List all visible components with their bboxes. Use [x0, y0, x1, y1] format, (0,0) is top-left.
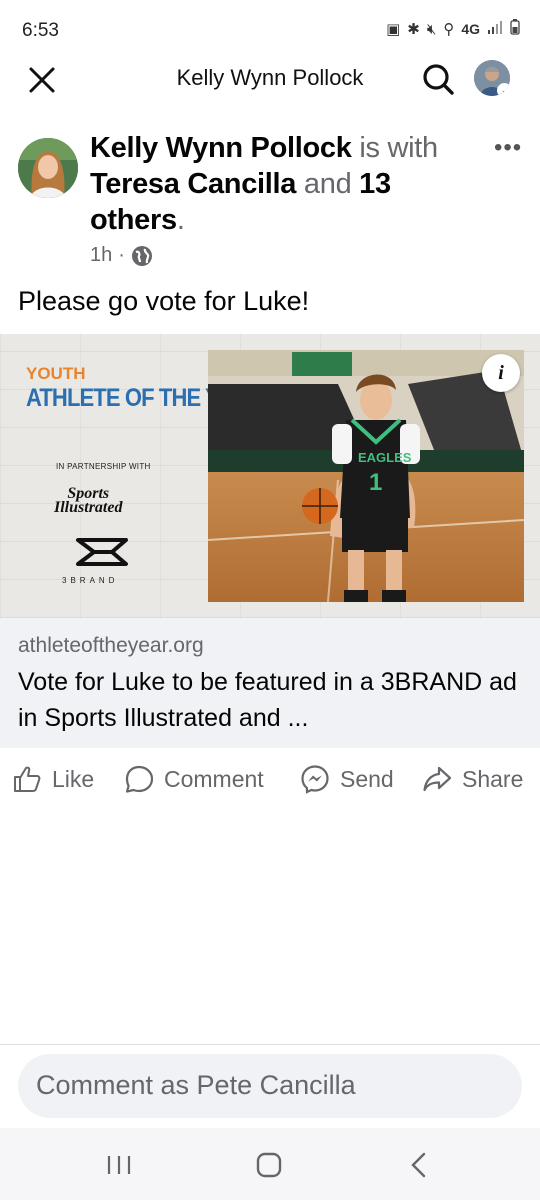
comment-button[interactable]: Comment — [124, 764, 264, 794]
home-icon — [256, 1152, 282, 1178]
profile-avatar[interactable]: ⌄ — [474, 60, 510, 96]
home-button[interactable] — [254, 1150, 284, 1180]
status-time: 6:53 — [22, 20, 59, 41]
like-button[interactable]: Like — [12, 764, 94, 794]
si-line2: Illustrated — [54, 499, 123, 516]
search-button[interactable] — [420, 61, 456, 97]
post-text: Please go vote for Luke! — [18, 286, 310, 316]
meta-separator: · — [118, 244, 125, 266]
partnership-text: IN PARTNERSHIP WITH — [56, 462, 151, 471]
page-title: Kelly Wynn Pollock — [176, 65, 364, 90]
athlete-photo: EAGLES 1 — [208, 350, 524, 602]
period-text: . — [176, 204, 185, 236]
search-icon — [423, 64, 454, 95]
close-button[interactable] — [26, 64, 58, 96]
post-meta: 1h · — [90, 244, 153, 267]
comment-placeholder: Comment as Pete Cancilla — [36, 1070, 356, 1100]
info-icon: i — [498, 362, 504, 384]
jersey-team: EAGLES — [358, 450, 412, 465]
link-preview-info[interactable]: athleteoftheyear.org Vote for Luke to be… — [0, 618, 540, 748]
tagged-person[interactable]: Teresa Cancilla — [90, 168, 296, 200]
battery-icon — [510, 19, 520, 39]
comment-input[interactable]: Comment as Pete Cancilla — [18, 1054, 522, 1118]
comment-bubble-icon — [125, 765, 154, 793]
top-header: Kelly Wynn Pollock ⌄ — [0, 56, 540, 102]
like-label: Like — [52, 765, 95, 792]
post-time[interactable]: 1h — [90, 244, 112, 267]
bluetooth-icon: ✱ — [407, 21, 420, 38]
share-button[interactable]: Share — [422, 764, 523, 794]
3brand-text: 3BRAND — [62, 576, 119, 585]
more-options-button[interactable]: ••• — [494, 134, 522, 162]
post-headline: Kelly Wynn Pollock is with Teresa Cancil… — [90, 130, 470, 238]
jersey-number: 1 — [369, 469, 382, 496]
recent-apps-icon — [107, 1156, 131, 1174]
author-name[interactable]: Kelly Wynn Pollock — [90, 132, 352, 164]
info-button[interactable]: i — [482, 354, 520, 392]
notification-icon: ▣ — [386, 21, 401, 38]
divider — [0, 1044, 540, 1045]
chevron-down-icon: ⌄ — [497, 83, 510, 96]
send-button[interactable]: Send — [300, 764, 394, 794]
link-title: Vote for Luke to be featured in a 3BRAND… — [18, 668, 517, 732]
globe-icon — [131, 245, 152, 266]
post-actions: Like Comment Send Share — [0, 760, 540, 806]
system-nav-bar — [0, 1128, 540, 1200]
thumbs-up-icon — [14, 766, 41, 792]
is-with-text: is with — [359, 132, 438, 164]
more-options-icon: ••• — [494, 134, 523, 161]
status-bar: 6:53 ▣ ✱ 🔇︎ ⚲ 4G — [0, 0, 540, 56]
send-label: Send — [340, 765, 394, 792]
mute-icon: 🔇︎ — [426, 20, 437, 38]
messenger-icon — [301, 765, 329, 794]
link-domain: athleteoftheyear.org — [18, 634, 204, 657]
sports-illustrated-logo: Sports Illustrated — [54, 486, 123, 516]
share-label: Share — [462, 765, 524, 792]
back-icon — [411, 1152, 426, 1178]
recent-apps-button[interactable] — [104, 1150, 134, 1180]
and-text: and — [303, 168, 352, 200]
status-icons: ▣ ✱ 🔇︎ ⚲ 4G — [386, 19, 520, 39]
share-arrow-icon — [423, 766, 452, 792]
close-icon — [29, 67, 55, 93]
network-label: 4G — [461, 21, 480, 37]
location-icon: ⚲ — [443, 21, 455, 38]
comment-label: Comment — [164, 765, 264, 792]
back-button[interactable] — [404, 1150, 434, 1180]
signal-icon — [487, 20, 503, 38]
author-avatar[interactable] — [18, 138, 78, 198]
